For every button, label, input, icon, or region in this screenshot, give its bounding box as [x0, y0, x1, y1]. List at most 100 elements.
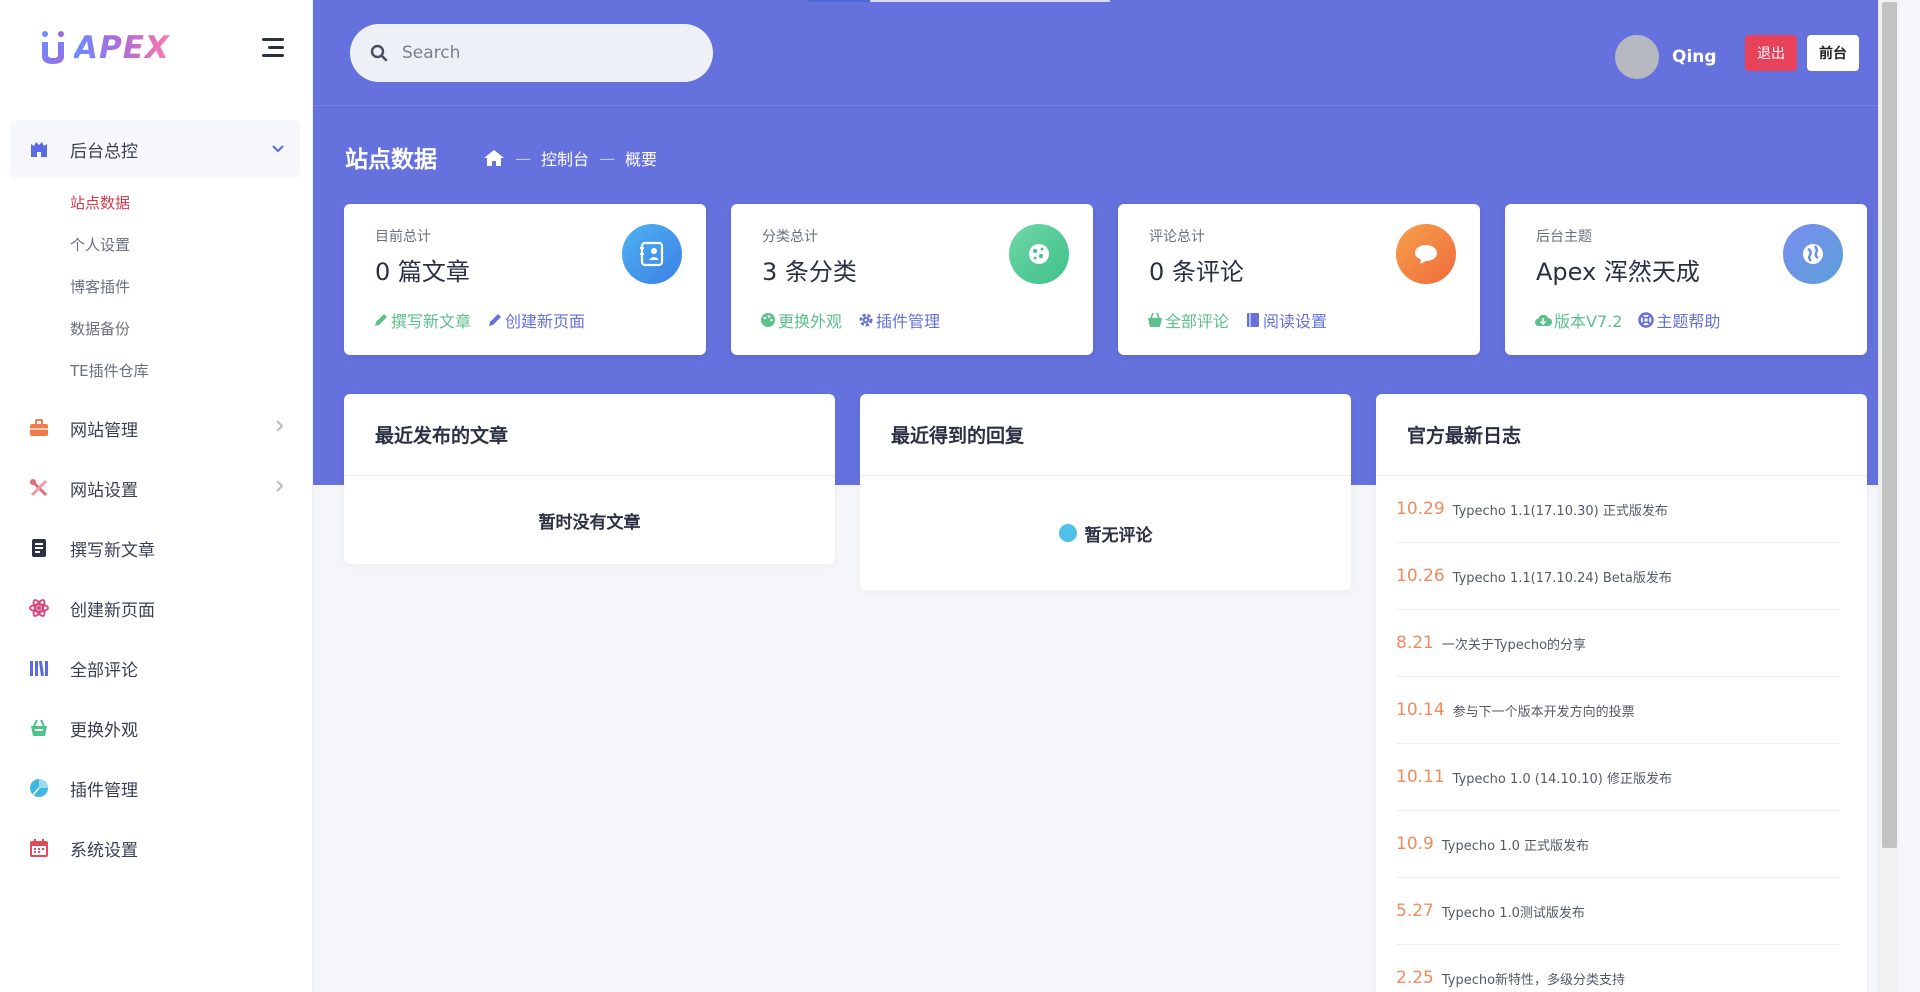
- globe-icon: [1783, 224, 1843, 284]
- theme-help-link[interactable]: 主题帮助: [1638, 308, 1720, 332]
- submenu-item-site-data[interactable]: 站点数据: [70, 182, 300, 224]
- panel-title: 最近发布的文章: [344, 394, 835, 476]
- main-content: Qing 退出 前台 站点数据 — 控制台 — 概要 目前总计 0 篇文章 撰写…: [313, 0, 1899, 992]
- frontend-button[interactable]: 前台: [1807, 35, 1859, 71]
- breadcrumb: — 控制台 — 概要: [483, 146, 657, 170]
- sidebar-item-label: 插件管理: [70, 780, 138, 801]
- list-item[interactable]: 10.26 Typecho 1.1(17.10.24) Beta版发布: [1396, 543, 1840, 610]
- atom-icon: [28, 597, 50, 619]
- stat-label: 目前总计: [375, 229, 431, 245]
- page-scrollbar[interactable]: [1878, 0, 1899, 992]
- list-item[interactable]: 10.9 Typecho 1.0 正式版发布: [1396, 811, 1840, 878]
- breadcrumb-item[interactable]: 控制台: [541, 146, 589, 170]
- document-icon: [28, 537, 50, 559]
- sidebar-item-label: 更换外观: [70, 720, 138, 741]
- sidebar-item-site-management[interactable]: 网站管理: [10, 398, 300, 458]
- menu-toggle-icon[interactable]: [256, 38, 284, 60]
- sidebar-item-dashboard[interactable]: 后台总控: [10, 120, 300, 178]
- stat-card-categories: 分类总计 3 条分类 更换外观 插件管理: [731, 204, 1093, 355]
- sidebar-item-label: 网站管理: [70, 420, 138, 441]
- log-date: 5.27: [1396, 901, 1434, 921]
- stat-value: 0 条评论: [1149, 258, 1244, 286]
- logo-mark-icon: [42, 31, 64, 64]
- stat-value: 3 条分类: [762, 258, 857, 286]
- submenu-item-plugins[interactable]: 博客插件: [70, 266, 300, 308]
- loading-bar-track: [870, 0, 1110, 2]
- avatar[interactable]: [1615, 35, 1659, 79]
- sidebar-item-label: 系统设置: [70, 840, 138, 861]
- sidebar-item-create-page[interactable]: 创建新页面: [10, 578, 300, 638]
- search-box[interactable]: [350, 24, 713, 82]
- username[interactable]: Qing: [1672, 47, 1717, 67]
- sidebar-item-all-comments[interactable]: 全部评论: [10, 638, 300, 698]
- plugin-management-link[interactable]: 插件管理: [858, 308, 940, 332]
- scrollbar-thumb[interactable]: [1882, 2, 1897, 848]
- sidebar-item-label: 撰写新文章: [70, 540, 155, 561]
- write-post-link[interactable]: 撰写新文章: [373, 308, 471, 332]
- panel-title: 官方最新日志: [1376, 394, 1867, 476]
- list-item[interactable]: 8.21 一次关于Typecho的分享: [1396, 610, 1840, 677]
- app-logo[interactable]: APEX: [36, 28, 170, 68]
- stat-card-theme: 后台主题 Apex 浑然天成 版本V7.2 主题帮助: [1505, 204, 1867, 355]
- list-item[interactable]: 10.14 参与下一个版本开发方向的投票: [1396, 677, 1840, 744]
- log-date: 10.29: [1396, 499, 1445, 519]
- stat-card-comments: 评论总计 0 条评论 全部评论 阅读设置: [1118, 204, 1480, 355]
- calendar-icon: [28, 837, 50, 859]
- empty-state-text: 暂无评论: [1084, 525, 1153, 546]
- log-date: 10.14: [1396, 700, 1445, 720]
- log-title-link[interactable]: Typecho 1.1(17.10.24) Beta版发布: [1453, 567, 1672, 586]
- log-title-link[interactable]: Typecho 1.0测试版发布: [1442, 902, 1585, 921]
- sidebar-item-label: 网站设置: [70, 480, 138, 501]
- stat-label: 分类总计: [762, 229, 818, 245]
- stat-value: Apex 浑然天成: [1536, 258, 1700, 286]
- list-item[interactable]: 2.25 Typecho新特性，多级分类支持: [1396, 945, 1840, 992]
- briefcase-icon: [28, 417, 50, 439]
- log-date: 2.25: [1396, 968, 1434, 988]
- castle-icon: [28, 138, 50, 160]
- panel-title: 最近得到的回复: [860, 394, 1351, 476]
- reading-settings-link[interactable]: 阅读设置: [1245, 308, 1327, 332]
- pencil-icon: [489, 314, 502, 326]
- tools-icon: [28, 477, 50, 499]
- submenu-item-profile[interactable]: 个人设置: [70, 224, 300, 266]
- stat-label: 后台主题: [1536, 229, 1592, 245]
- log-title-link[interactable]: 一次关于Typecho的分享: [1442, 634, 1586, 653]
- log-title-link[interactable]: Typecho 1.0 正式版发布: [1442, 835, 1589, 854]
- stat-value: 0 篇文章: [375, 258, 470, 286]
- submenu-item-backup[interactable]: 数据备份: [70, 308, 300, 350]
- sidebar-item-plugin-management[interactable]: 插件管理: [10, 758, 300, 818]
- log-title-link[interactable]: Typecho 1.1(17.10.30) 正式版发布: [1453, 500, 1668, 519]
- list-item[interactable]: 10.11 Typecho 1.0 (14.10.10) 修正版发布: [1396, 744, 1840, 811]
- search-icon: [370, 44, 388, 62]
- stat-label: 评论总计: [1149, 229, 1205, 245]
- list-item[interactable]: 5.27 Typecho 1.0测试版发布: [1396, 878, 1840, 945]
- sidebar-item-site-settings[interactable]: 网站设置: [10, 458, 300, 518]
- user-menu[interactable]: Qing: [1615, 35, 1717, 79]
- list-item[interactable]: 10.29 Typecho 1.1(17.10.30) 正式版发布: [1396, 476, 1840, 543]
- sidebar-item-write-post[interactable]: 撰写新文章: [10, 518, 300, 578]
- version-link[interactable]: 版本V7.2: [1534, 308, 1622, 332]
- home-icon[interactable]: [483, 149, 505, 167]
- submenu-item-plugin-store[interactable]: TE插件仓库: [70, 350, 300, 392]
- book-icon: [1247, 313, 1260, 327]
- chat-bubble-icon: [1396, 224, 1456, 284]
- pie-chart-icon: [28, 777, 50, 799]
- log-title-link[interactable]: 参与下一个版本开发方向的投票: [1453, 701, 1635, 720]
- sidebar-item-appearance[interactable]: 更换外观: [10, 698, 300, 758]
- sidebar-menu: 后台总控 站点数据 个人设置 博客插件 数据备份 TE插件仓库 网站管理 网站设…: [10, 120, 300, 878]
- log-title-link[interactable]: Typecho 1.0 (14.10.10) 修正版发布: [1453, 768, 1672, 787]
- logout-button[interactable]: 退出: [1745, 35, 1797, 71]
- log-date: 10.9: [1396, 834, 1434, 854]
- sidebar-item-label: 全部评论: [70, 660, 138, 681]
- pencil-icon: [375, 314, 387, 326]
- all-comments-link[interactable]: 全部评论: [1147, 308, 1229, 332]
- panel-official-log: 官方最新日志 10.29 Typecho 1.1(17.10.30) 正式版发布 …: [1376, 394, 1867, 992]
- appearance-link[interactable]: 更换外观: [760, 308, 842, 332]
- sidebar-item-label: 后台总控: [70, 141, 138, 162]
- sidebar-item-system-settings[interactable]: 系统设置: [10, 818, 300, 878]
- log-title-link[interactable]: Typecho新特性，多级分类支持: [1442, 969, 1625, 988]
- search-input[interactable]: [402, 43, 662, 63]
- loading-bar: [808, 0, 870, 2]
- chevron-down-icon: [272, 142, 284, 157]
- create-page-link[interactable]: 创建新页面: [487, 308, 585, 332]
